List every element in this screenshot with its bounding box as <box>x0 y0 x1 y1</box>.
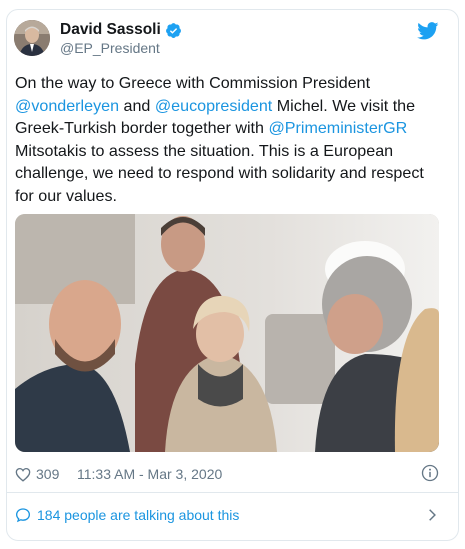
like-count: 309 <box>36 466 60 482</box>
verified-badge-icon <box>165 22 181 38</box>
tweet-header: David Sassoli @EP_President <box>14 20 439 60</box>
twitter-bird-icon[interactable] <box>417 22 439 40</box>
info-icon[interactable] <box>421 464 439 482</box>
conversation-count: 184 people are talking about this <box>37 507 240 523</box>
like-button[interactable]: 309 <box>15 466 59 482</box>
tweet-meta: 309 11:33 AM - Mar 3, 2020 <box>15 462 439 486</box>
tweet-photo[interactable] <box>15 214 439 452</box>
text-segment: and <box>119 96 155 115</box>
chevron-right-icon <box>429 509 436 521</box>
author-block: David Sassoli @EP_President <box>60 21 182 56</box>
text-segment: On the way to Greece with Commission Pre… <box>15 74 371 92</box>
divider <box>6 492 459 493</box>
heart-icon <box>15 467 31 482</box>
mention-link[interactable]: @vonderleyen <box>15 97 119 115</box>
text-segment: Mitsotakis to assess the situation. This… <box>15 141 424 205</box>
avatar[interactable] <box>14 20 50 56</box>
conversation-link[interactable]: 184 people are talking about this <box>15 505 439 527</box>
author-handle[interactable]: @EP_President <box>60 40 182 56</box>
mention-link[interactable]: @eucopresident <box>155 97 272 115</box>
author-name[interactable]: David Sassoli <box>60 21 161 39</box>
tweet-timestamp[interactable]: 11:33 AM - Mar 3, 2020 <box>77 466 222 482</box>
mention-link[interactable]: @PrimeministerGR <box>268 119 407 137</box>
speech-bubble-icon <box>15 508 31 523</box>
tweet-text: On the way to Greece with Commission Pre… <box>15 72 440 208</box>
